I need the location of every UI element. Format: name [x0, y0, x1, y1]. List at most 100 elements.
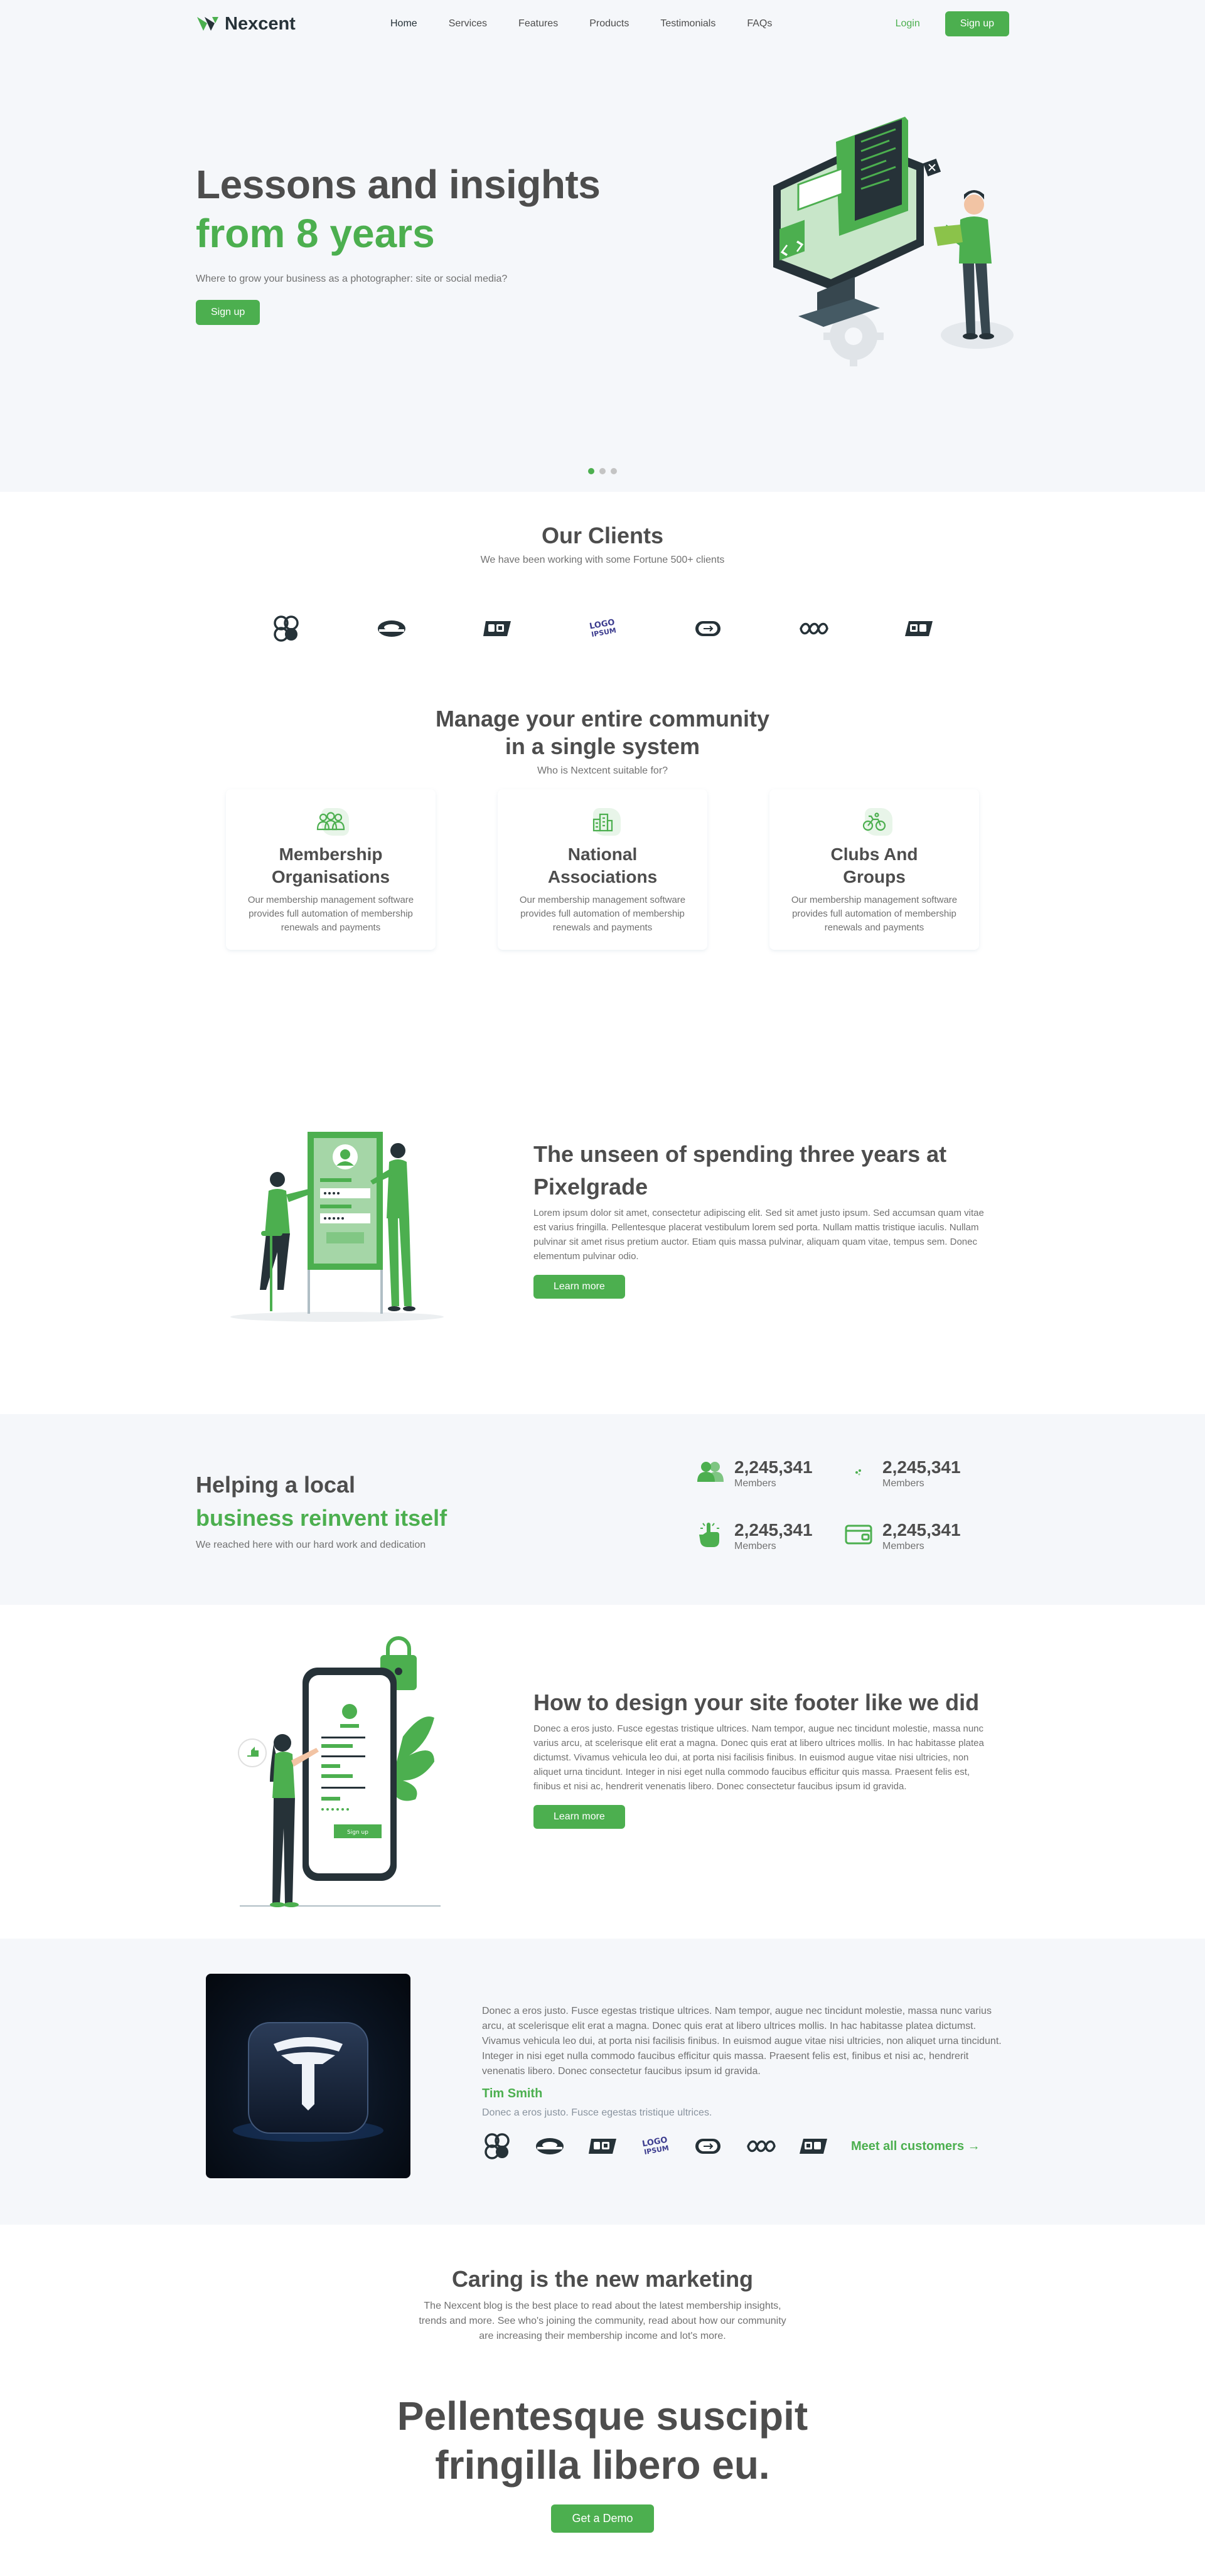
stat-value: 2,245,341	[882, 1520, 961, 1540]
blog-subtitle: The Nexcent blog is the best place to re…	[419, 2301, 786, 2341]
stats-title-accent: business reinvent itself	[196, 1505, 447, 1531]
stats-heading: Helping a local business reinvent itself…	[196, 1468, 447, 1551]
client-logo-5-icon	[693, 614, 723, 644]
hero-title: Lessons and insights	[196, 162, 601, 207]
card-title-line1: Membership	[279, 844, 383, 864]
testimonial-quote: Donec a eros justo. Fusce egestas tristi…	[482, 2006, 1002, 2077]
nav-link-features[interactable]: Features	[518, 18, 558, 29]
members-icon	[311, 804, 351, 839]
card-title-line1: National	[567, 844, 638, 864]
card-clubs[interactable]: Clubs And Groups Our membership manageme…	[769, 789, 979, 950]
registration-illustration-icon	[230, 1132, 444, 1322]
feature-title: How to design your site footer like we d…	[533, 1690, 980, 1715]
cta-title: Pellentesque suscipit fringilla libero e…	[0, 2392, 1205, 2489]
testimonial-section: Donec a eros justo. Fusce egestas tristi…	[0, 1939, 1205, 2225]
customer-logos: Meet all customers →	[482, 2131, 1009, 2161]
feature-title: The unseen of spending three years at Pi…	[533, 1141, 947, 1200]
carousel-dot-3[interactable]	[611, 468, 617, 474]
stat-item: 2,245,341 Members	[695, 1457, 844, 1489]
feature-footer-text: How to design your site footer like we d…	[533, 1686, 998, 1829]
client-logo-6-icon	[798, 614, 828, 644]
clients-subtitle: We have been working with some Fortune 5…	[480, 555, 725, 565]
carousel-dot-1[interactable]	[588, 468, 594, 474]
stats-subtitle: We reached here with our hard work and d…	[196, 1540, 426, 1550]
meet-all-customers-link[interactable]: Meet all customers →	[851, 2139, 980, 2154]
community-title-line2: in a single system	[505, 733, 700, 759]
stat-label: Members	[734, 1478, 776, 1489]
card-title: Clubs And Groups	[787, 843, 961, 888]
tesla-logo-icon	[233, 2022, 383, 2142]
learn-more-button[interactable]: Learn more	[533, 1805, 625, 1829]
card-associations[interactable]: National Associations Our membership man…	[498, 789, 707, 950]
card-description: Our membership management software provi…	[247, 895, 414, 933]
feature-body: Lorem ipsum dolor sit amet, consectetur …	[533, 1208, 984, 1262]
card-title: National Associations	[515, 843, 690, 888]
nav-link-home[interactable]: Home	[390, 18, 417, 29]
login-link[interactable]: Login	[896, 18, 920, 29]
stat-value: 2,245,341	[734, 1457, 813, 1477]
testimonial-role: Donec a eros justo. Fusce egestas tristi…	[482, 2107, 712, 2118]
handshake-icon	[844, 1457, 874, 1487]
clients-title: Our Clients	[541, 523, 664, 548]
client-logos	[0, 614, 1205, 644]
client-logo-7-icon	[798, 2131, 828, 2161]
nexcent-logo-icon	[197, 17, 218, 31]
card-membership[interactable]: Membership Organisations Our membership …	[226, 789, 436, 950]
hero-text: Lessons and insights from 8 years Where …	[196, 161, 601, 325]
learn-more-button[interactable]: Learn more	[533, 1275, 625, 1299]
client-logo-4-icon	[587, 614, 618, 644]
feature-body: Donec a eros justo. Fusce egestas tristi…	[533, 1723, 984, 1792]
click-icon	[695, 1520, 726, 1550]
cta-section: Pellentesque suscipit fringilla libero e…	[0, 2374, 1205, 2536]
members-icon	[695, 1457, 726, 1487]
client-logo-3-icon	[587, 2131, 618, 2161]
card-description: Our membership management software provi…	[519, 895, 686, 933]
cta-title-line2: fringilla libero eu.	[435, 2442, 770, 2488]
hero-subtitle: Where to grow your business as a photogr…	[196, 274, 508, 284]
signup-button[interactable]: Sign up	[945, 11, 1009, 36]
client-logo-7-icon	[904, 614, 934, 644]
card-title-line2: Organisations	[271, 867, 390, 886]
client-logo-3-icon	[482, 614, 512, 644]
blog-title: Caring is the new marketing	[451, 2266, 754, 2292]
feature-pixelgrade-section: The unseen of spending three years at Pi…	[0, 1063, 1205, 1414]
brand-logo[interactable]: Nexcent	[196, 14, 390, 35]
nav-actions: Login Sign up	[896, 11, 1009, 36]
client-logo-1-icon	[271, 614, 301, 644]
clients-section: Our Clients We have been working with so…	[0, 492, 1205, 705]
navbar: Nexcent Home Services Features Products …	[0, 0, 1205, 48]
stat-item: 2,245,341 Members	[844, 1457, 992, 1489]
stat-value: 2,245,341	[734, 1520, 813, 1540]
feature-pixelgrade-text: The unseen of spending three years at Pi…	[533, 1138, 998, 1299]
hero-signup-button[interactable]: Sign up	[196, 300, 260, 325]
community-title-line1: Manage your entire community	[435, 706, 770, 732]
carousel-dot-2[interactable]	[599, 468, 606, 474]
nav-link-products[interactable]: Products	[589, 18, 629, 29]
stat-item: 2,245,341 Members	[844, 1520, 992, 1552]
testimonial-author: Tim Smith	[482, 2087, 543, 2100]
bike-icon	[854, 804, 895, 839]
nav-link-services[interactable]: Services	[449, 18, 487, 29]
stats-title: Helping a local	[196, 1472, 356, 1498]
nav-link-faqs[interactable]: FAQs	[747, 18, 772, 29]
get-demo-button[interactable]: Get a Demo	[551, 2504, 654, 2533]
stats-section: Helping a local business reinvent itself…	[0, 1414, 1205, 1605]
cta-title-line1: Pellentesque suscipit	[397, 2393, 808, 2439]
stat-label: Members	[734, 1541, 776, 1551]
client-logo-5-icon	[693, 2131, 723, 2161]
client-logo-2-icon	[377, 614, 407, 644]
client-logo-2-icon	[535, 2131, 565, 2161]
nav-link-testimonials[interactable]: Testimonials	[660, 18, 715, 29]
card-title-line2: Associations	[547, 867, 658, 886]
hero-section: Lessons and insights from 8 years Where …	[0, 48, 1205, 492]
community-section: Manage your entire community in a single…	[0, 705, 1205, 1063]
stat-label: Members	[882, 1541, 924, 1551]
card-title: Membership Organisations	[244, 843, 418, 888]
payment-icon	[844, 1520, 874, 1550]
main-menu: Home Services Features Products Testimon…	[390, 18, 896, 29]
stats-grid: 2,245,341 Members 2,245,341 Members 2,24…	[695, 1457, 992, 1552]
client-logo-1-icon	[482, 2131, 512, 2161]
mobile-signup-illustration-icon: Sign up	[238, 1636, 441, 1907]
developer-illustration-icon	[773, 117, 1014, 366]
brand-name: Nexcent	[225, 13, 296, 34]
